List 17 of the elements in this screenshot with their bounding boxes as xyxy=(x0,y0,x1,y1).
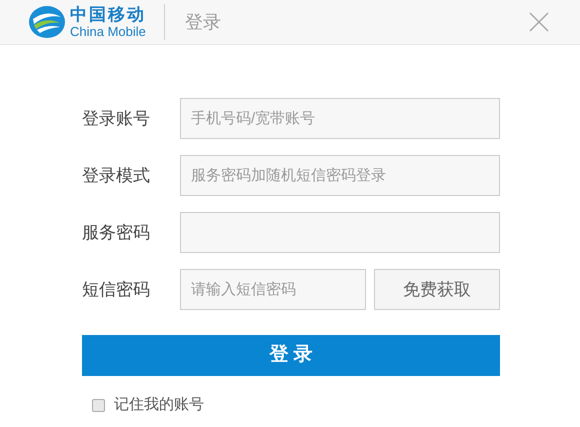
field-label: 登录模式 xyxy=(82,164,151,187)
logo-english: China Mobile xyxy=(70,25,146,38)
input-field[interactable]: 手机号码/宽带账号 xyxy=(180,98,500,139)
remember-label: 记住我的账号 xyxy=(114,395,204,415)
close-icon[interactable] xyxy=(528,11,550,33)
input-field[interactable] xyxy=(180,212,500,253)
window-title: 登录 xyxy=(185,10,221,34)
field-label: 服务密码 xyxy=(82,222,151,244)
field-label: 短信密码 xyxy=(82,278,151,301)
get-code-button[interactable]: 免费获取 xyxy=(374,269,500,310)
input-field[interactable]: 服务密码加随机短信密码登录 xyxy=(180,155,500,196)
checkbox[interactable] xyxy=(92,398,105,412)
login-button[interactable]: 登 录 xyxy=(82,335,500,376)
logo-icon xyxy=(28,5,66,39)
input-field[interactable]: 请输入短信密码 xyxy=(180,269,366,310)
field-label: 登录账号 xyxy=(82,108,151,130)
logo-chinese: 中国移动 xyxy=(70,6,146,23)
